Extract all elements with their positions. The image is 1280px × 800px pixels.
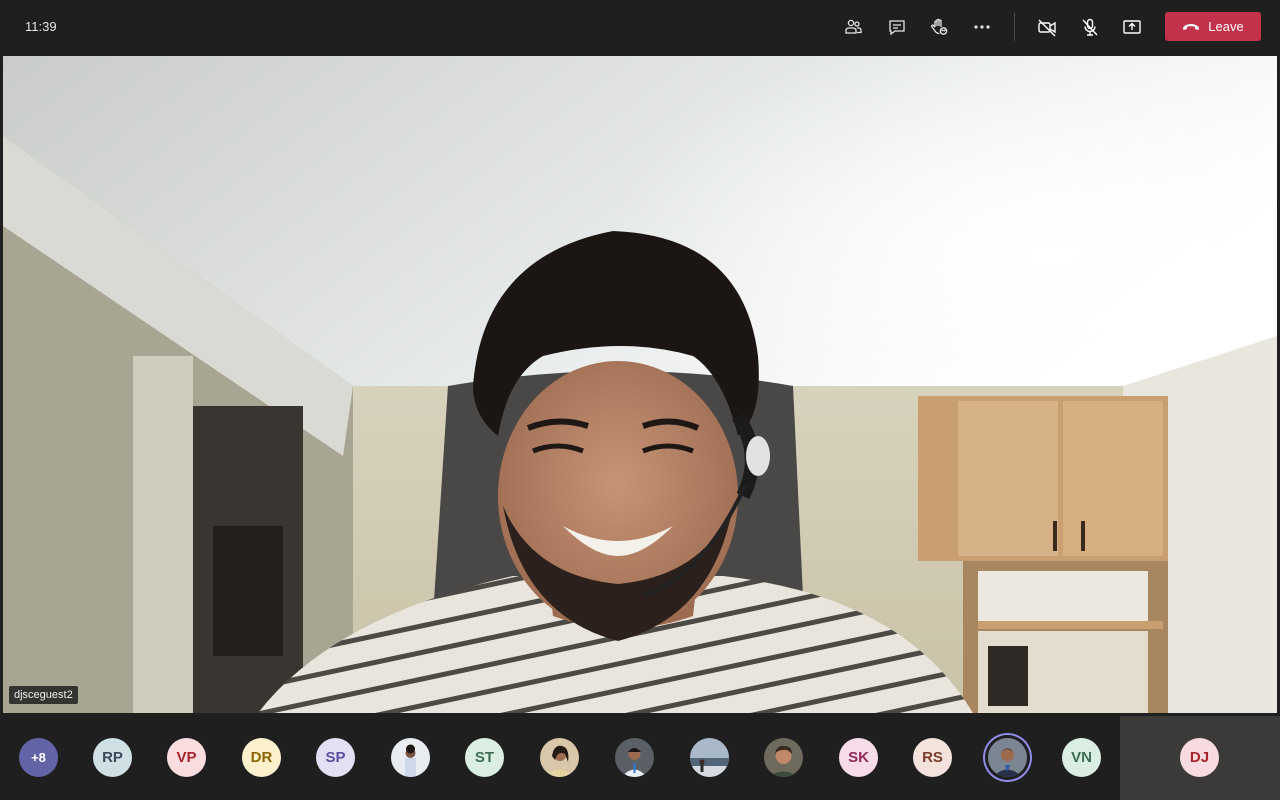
participant-photo-avatar[interactable] bbox=[540, 738, 579, 777]
participant-name-tag: djsceguest2 bbox=[9, 686, 78, 704]
avatar-initials: RS bbox=[922, 749, 943, 766]
people-icon bbox=[845, 19, 862, 34]
profile-photo bbox=[615, 738, 654, 777]
share-screen-button[interactable] bbox=[1117, 12, 1147, 42]
participant-avatar[interactable]: ST bbox=[465, 738, 504, 777]
participant-avatar[interactable]: DR bbox=[242, 738, 281, 777]
chat-button[interactable] bbox=[882, 12, 912, 42]
avatar-initials: VN bbox=[1071, 749, 1092, 766]
participant-avatar[interactable]: SP bbox=[316, 738, 355, 777]
more-options-icon bbox=[974, 25, 990, 29]
active-speaker-avatar[interactable] bbox=[988, 738, 1027, 777]
camera-off-icon bbox=[1038, 19, 1056, 37]
profile-photo bbox=[690, 738, 729, 777]
leave-label: Leave bbox=[1208, 19, 1244, 34]
avatar-initials: DR bbox=[250, 749, 273, 766]
participant-avatar[interactable]: VN bbox=[1062, 738, 1101, 777]
participants-button[interactable] bbox=[838, 12, 868, 42]
avatar-initials: ST bbox=[474, 749, 495, 766]
participant-photo-avatar[interactable] bbox=[615, 738, 654, 777]
hang-up-icon bbox=[1183, 23, 1200, 30]
toolbar-divider bbox=[1014, 13, 1015, 41]
mic-muted-icon bbox=[1082, 18, 1098, 36]
overflow-participants-button[interactable]: +8 bbox=[19, 738, 58, 777]
raise-hand-icon bbox=[931, 18, 948, 35]
reactions-button[interactable] bbox=[924, 12, 954, 42]
more-options-button[interactable] bbox=[967, 12, 997, 42]
participant-avatar[interactable]: VP bbox=[167, 738, 206, 777]
avatar-initials: SP bbox=[325, 749, 346, 766]
participant-avatar[interactable]: RS bbox=[913, 738, 952, 777]
profile-photo bbox=[988, 738, 1027, 777]
overflow-count: +8 bbox=[31, 750, 46, 765]
avatar-initials: RP bbox=[102, 749, 123, 766]
self-avatar: DJ bbox=[1180, 738, 1219, 777]
camera-toggle-button[interactable] bbox=[1032, 12, 1062, 42]
self-initials: DJ bbox=[1189, 749, 1210, 766]
meeting-timer: 11:39 bbox=[25, 19, 57, 34]
participant-strip: +8 RP VP DR SP ST SK RS VN DJ bbox=[0, 716, 1280, 800]
profile-photo bbox=[764, 738, 803, 777]
participant-avatar[interactable]: SK bbox=[839, 738, 878, 777]
share-screen-icon bbox=[1123, 20, 1141, 34]
chat-icon bbox=[889, 20, 905, 36]
main-video-feed: djsceguest2 bbox=[3, 56, 1277, 713]
self-view-tile[interactable]: DJ bbox=[1120, 716, 1280, 800]
video-frame bbox=[3, 56, 1277, 713]
participant-photo-avatar[interactable] bbox=[690, 738, 729, 777]
profile-photo bbox=[540, 738, 579, 777]
avatar-initials: VP bbox=[176, 749, 197, 766]
participant-avatar[interactable]: RP bbox=[93, 738, 132, 777]
meeting-toolbar: 11:39 Leave bbox=[0, 0, 1280, 53]
profile-photo bbox=[391, 738, 430, 777]
participant-photo-avatar[interactable] bbox=[764, 738, 803, 777]
mic-toggle-button[interactable] bbox=[1075, 12, 1105, 42]
avatar-initials: SK bbox=[848, 749, 869, 766]
leave-button[interactable]: Leave bbox=[1165, 12, 1261, 41]
participant-photo-avatar[interactable] bbox=[391, 738, 430, 777]
